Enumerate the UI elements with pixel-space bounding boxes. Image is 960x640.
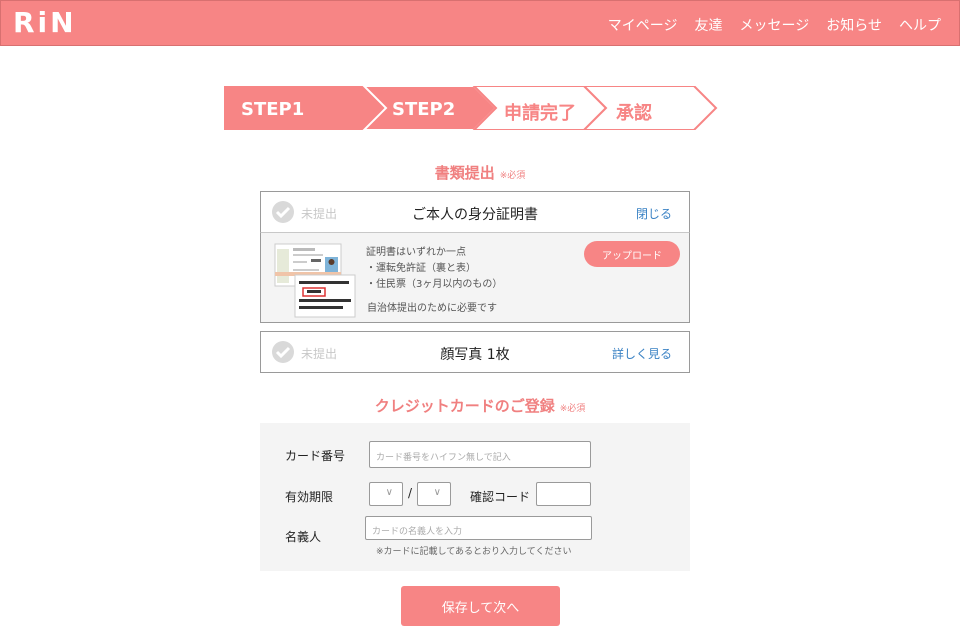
credit-title: クレジットカードのご登録: [374, 397, 555, 415]
expiry-label: 有効期限: [285, 490, 334, 504]
holder-hint: ※カードに記載してあるとおり入力してください: [376, 547, 572, 557]
card-number-input[interactable]: カード番号をハイフン無しで記入: [369, 441, 591, 468]
doc-row-id[interactable]: 未提出 ご本人の身分証明書 閉じる: [260, 191, 690, 233]
step-3-label: 申請完了: [504, 103, 576, 124]
step-4-label: 承認: [616, 103, 652, 124]
id-card-illustration: [274, 243, 356, 318]
doc-row-photo[interactable]: 未提出 顔写真 1枚 詳しく見る: [260, 331, 690, 373]
holder-label: 名義人: [285, 530, 322, 544]
doc-detail-panel: 証明書はいずれか一点 ・運転免許証（裏と表） ・住民票（3ヶ月以内のもの） 自治…: [260, 232, 690, 323]
requirement-note: 自治体提出のために必要です: [367, 303, 497, 314]
top-header: RiN マイページ 友達 メッセージ お知らせ ヘルプ: [0, 0, 960, 46]
expiry-separator: /: [408, 486, 413, 500]
cvc-input[interactable]: [536, 482, 591, 506]
required-mark: ※必須: [559, 404, 586, 414]
nav-friends[interactable]: 友達: [695, 15, 723, 35]
step-2-label: STEP2: [392, 99, 456, 120]
requirement-line: ・住民票（3ヶ月以内のもの）: [366, 279, 503, 290]
documents-heading: 書類提出 ※必須: [0, 162, 960, 183]
details-link[interactable]: 詳しく見る: [612, 345, 672, 362]
credit-card-form: カード番号 カード番号をハイフン無しで記入 有効期限 ∨ / ∨ 確認コード 名…: [260, 423, 690, 571]
doc-title: ご本人の身分証明書: [412, 207, 538, 223]
logo[interactable]: RiN: [13, 6, 77, 39]
cvc-label: 確認コード: [470, 490, 531, 504]
upload-button[interactable]: アップロード: [584, 241, 680, 267]
expiry-year-select[interactable]: ∨: [417, 482, 451, 506]
requirement-line: 証明書はいずれか一点: [366, 247, 466, 258]
chevron-down-icon: ∨: [385, 487, 393, 498]
holder-input[interactable]: カードの名義人を入力: [365, 516, 592, 540]
save-next-button[interactable]: 保存して次へ: [401, 586, 560, 626]
credit-heading: クレジットカードのご登録 ※必須: [0, 395, 960, 416]
step-1-label: STEP1: [241, 99, 305, 120]
required-mark: ※必須: [499, 171, 526, 181]
nav-help[interactable]: ヘルプ: [899, 15, 941, 35]
close-link[interactable]: 閉じる: [636, 205, 672, 222]
requirement-line: ・運転免許証（裏と表）: [366, 263, 476, 274]
nav-notifications[interactable]: お知らせ: [826, 15, 882, 35]
nav-mypage[interactable]: マイページ: [608, 15, 678, 35]
step-progress: STEP1 STEP2 申請完了 承認: [224, 86, 724, 130]
documents-title: 書類提出: [434, 164, 495, 182]
main-nav: マイページ 友達 メッセージ お知らせ ヘルプ: [608, 15, 941, 35]
id-requirements: 証明書はいずれか一点 ・運転免許証（裏と表） ・住民票（3ヶ月以内のもの）: [366, 245, 502, 293]
card-number-label: カード番号: [285, 449, 346, 463]
chevron-down-icon: ∨: [433, 487, 441, 498]
expiry-month-select[interactable]: ∨: [369, 482, 403, 506]
nav-messages[interactable]: メッセージ: [740, 15, 810, 35]
